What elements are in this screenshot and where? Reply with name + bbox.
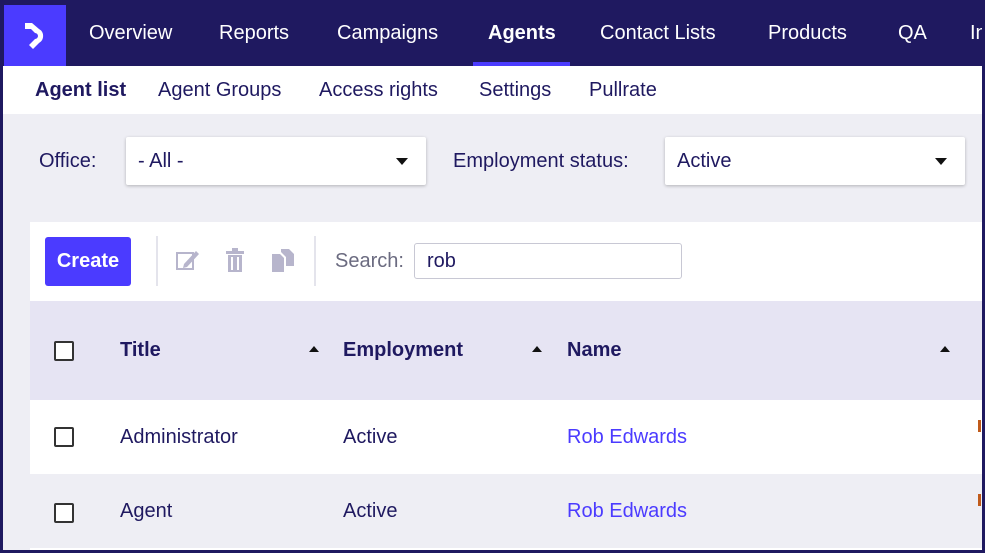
select-all-checkbox[interactable]	[54, 341, 74, 361]
nav-agents[interactable]: Agents	[488, 0, 556, 66]
row-checkbox[interactable]	[54, 503, 74, 523]
nav-products[interactable]: Products	[768, 0, 847, 66]
agent-list-panel: Create Search: Title Employment Name Adm…	[30, 222, 985, 553]
copy-icon[interactable]	[270, 246, 296, 274]
cell-employment: Active	[343, 500, 398, 522]
subnav-agent-list[interactable]: Agent list	[35, 66, 126, 114]
nav-contact-lists[interactable]: Contact Lists	[600, 0, 716, 66]
toolbar-divider	[156, 236, 158, 286]
table-row[interactable]: Agent Active Rob Edwards	[30, 474, 985, 548]
employment-status-value: Active	[677, 150, 732, 172]
column-header-title[interactable]: Title	[120, 301, 161, 400]
office-select-value: - All -	[138, 150, 184, 172]
row-checkbox[interactable]	[54, 427, 74, 447]
office-label: Office:	[39, 150, 97, 172]
table-row[interactable]: Administrator Active Rob Edwards	[30, 400, 985, 474]
column-header-employment[interactable]: Employment	[343, 301, 463, 400]
search-label: Search:	[335, 250, 404, 272]
table-header: Title Employment Name	[30, 301, 985, 400]
employment-status-select[interactable]: Active	[665, 137, 965, 185]
logo-icon	[25, 22, 44, 49]
nav-campaigns[interactable]: Campaigns	[337, 0, 438, 66]
clipped-column-edge	[978, 420, 981, 432]
subnav-access-rights[interactable]: Access rights	[319, 66, 438, 114]
create-button[interactable]: Create	[45, 237, 131, 286]
agent-name-link[interactable]: Rob Edwards	[567, 474, 687, 548]
clipped-column-edge	[978, 494, 981, 506]
edit-icon[interactable]	[174, 246, 200, 274]
sort-asc-icon[interactable]	[309, 346, 319, 352]
agent-name-link[interactable]: Rob Edwards	[567, 400, 687, 474]
nav-overview[interactable]: Overview	[89, 0, 172, 66]
toolbar-divider	[314, 236, 316, 286]
cell-title: Agent	[120, 500, 173, 522]
subnav-settings[interactable]: Settings	[479, 66, 551, 114]
subnav-pullrate[interactable]: Pullrate	[589, 66, 657, 114]
top-nav: Overview Reports Campaigns Agents Contac…	[0, 0, 985, 66]
sort-asc-icon[interactable]	[532, 346, 542, 352]
nav-qa[interactable]: QA	[898, 0, 927, 66]
chevron-down-icon	[935, 158, 947, 165]
app-logo[interactable]	[4, 5, 66, 66]
nav-more[interactable]: In	[970, 0, 985, 66]
cell-employment: Active	[343, 426, 398, 448]
delete-icon[interactable]	[222, 246, 248, 274]
nav-reports[interactable]: Reports	[219, 0, 289, 66]
column-header-name[interactable]: Name	[567, 301, 621, 400]
subnav-agent-groups[interactable]: Agent Groups	[158, 66, 281, 114]
chevron-down-icon	[396, 158, 408, 165]
office-select[interactable]: - All -	[126, 137, 426, 185]
search-input[interactable]	[414, 243, 682, 279]
sort-asc-icon[interactable]	[940, 346, 950, 352]
employment-status-label: Employment status:	[453, 150, 629, 172]
cell-title: Administrator	[120, 426, 238, 448]
sub-nav: Agent list Agent Groups Access rights Se…	[0, 66, 985, 114]
